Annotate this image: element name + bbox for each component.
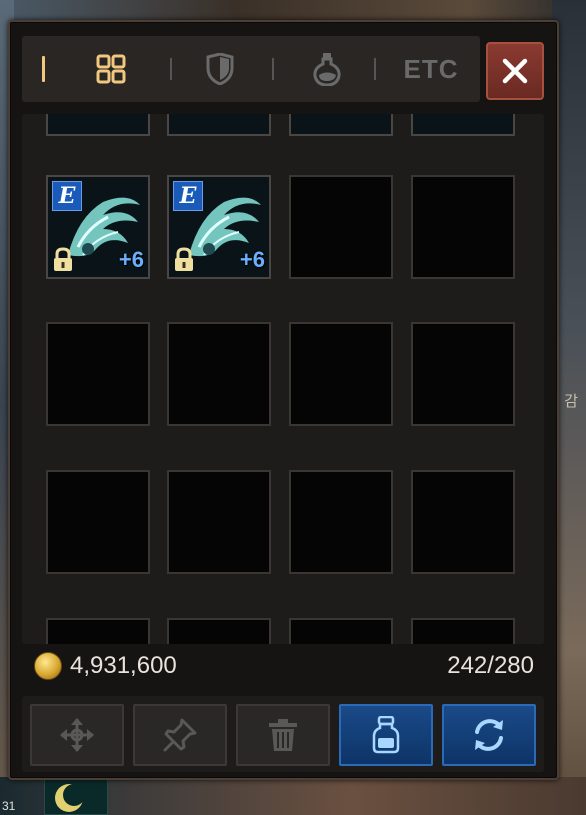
inventory-slot[interactable] [289,114,393,136]
inventory-slot-empty[interactable] [411,470,515,574]
potion-bottle-icon [372,716,400,754]
tab-all[interactable] [76,36,146,102]
inventory-slot-empty[interactable] [46,618,150,644]
tab-separator [170,58,172,80]
gold-coin-icon [34,652,62,680]
refresh-icon [475,719,503,751]
tab-etc-label: ETC [403,53,459,84]
pin-button[interactable] [133,704,227,766]
gold-amount: 4,931,600 [70,652,177,679]
inventory-slot-empty[interactable] [46,470,150,574]
background-scene-top [0,0,586,22]
inventory-slot-empty[interactable] [411,175,515,279]
grade-badge: E [173,181,203,211]
inventory-slot-empty[interactable] [289,470,393,574]
enhancement-level: +6 [239,247,265,272]
move-arrows-icon [60,718,94,752]
inventory-slot-item[interactable]: E +6 [167,175,271,279]
potion-icon [313,53,341,86]
inventory-slot-empty[interactable] [411,322,515,426]
tab-consumable[interactable] [284,36,370,102]
moon-icon[interactable] [44,779,108,815]
tab-separator [374,58,376,80]
inventory-slot-empty[interactable] [167,618,271,644]
potion-button[interactable] [339,704,433,766]
inventory-slot[interactable] [46,114,150,136]
inventory-slot-item[interactable]: E +6 [46,175,150,279]
enhancement-level: +6 [118,247,144,272]
inventory-slot-empty[interactable] [167,470,271,574]
inventory-slot[interactable] [167,114,271,136]
tab-equipment[interactable] [182,36,258,102]
inventory-slot-empty[interactable] [411,618,515,644]
close-button[interactable] [486,42,544,100]
inventory-slot-empty[interactable] [167,322,271,426]
inventory-grid: E +6 E +6 [22,114,544,644]
grade-badge: E [52,181,82,211]
sort-button[interactable] [442,704,536,766]
inventory-slot-empty[interactable] [289,175,393,279]
inventory-slot[interactable] [411,114,515,136]
close-icon [502,58,528,84]
move-button[interactable] [30,704,124,766]
shield-icon [206,53,234,85]
background-number: 31 [2,799,16,813]
inventory-action-bar [22,696,544,772]
tab-etc[interactable]: ETC [388,36,474,102]
inventory-capacity: 242/280 [447,652,534,679]
tab-separator [272,58,274,80]
delete-button[interactable] [236,704,330,766]
inventory-slot-empty[interactable] [289,322,393,426]
lock-icon [175,247,193,271]
background-glyph: 감 [564,392,578,410]
background-scene-bottom: 31 [0,777,586,815]
lock-icon [54,247,72,271]
grid-icon [96,54,126,84]
trash-icon [269,719,297,751]
inventory-footer: 4,931,600 242/280 [22,648,544,684]
inventory-panel: ETC E +6 E +6 4,931,600 242/280 [8,20,559,780]
inventory-slot-empty[interactable] [46,322,150,426]
inventory-slot-empty[interactable] [289,618,393,644]
inventory-tab-bar: ETC [22,36,480,102]
pin-icon [163,718,197,752]
active-tab-indicator [42,56,45,82]
gold-display: 4,931,600 [22,652,177,680]
